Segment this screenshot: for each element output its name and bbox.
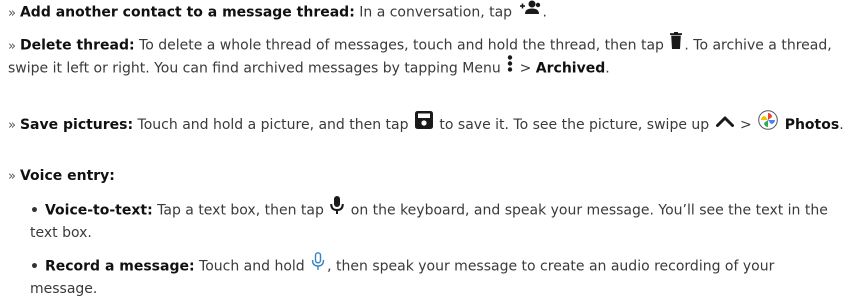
item-text: to save it. To see the picture, swipe up <box>434 117 714 133</box>
photos-label: Photos <box>784 117 840 133</box>
microphone-icon <box>330 196 345 221</box>
item-text: In a conversation, tap <box>354 4 517 21</box>
list-item-voice-entry: » Voice entry: <box>8 166 844 187</box>
bullet-dot: • <box>30 202 39 219</box>
item-text: . <box>542 4 547 21</box>
item-text: > <box>735 117 757 133</box>
item-title: Voice entry: <box>19 168 115 184</box>
list-item-delete-thread: » Delete thread: To delete a whole thread… <box>8 32 844 80</box>
item-text: Tap a text box, then tap <box>152 202 329 219</box>
microphone-outline-icon <box>311 252 325 277</box>
list-item-add-contact: » Add another contact to a message thread… <box>8 0 844 24</box>
item-text: Touch and hold a picture, and then tap <box>133 117 413 133</box>
archived-label: Archived <box>535 60 606 77</box>
list-item-save-pictures: » Save pictures: Touch and hold a picture… <box>8 110 844 138</box>
bullet-chevron: » <box>8 38 16 54</box>
sub-item-title: Voice-to-text: <box>44 202 153 219</box>
sub-item-record-message: • Record a message: Touch and hold , then… <box>30 252 844 299</box>
item-title: Delete thread: <box>19 37 135 54</box>
bullet-dot: • <box>30 258 39 275</box>
sub-item-title: Record a message: <box>44 258 195 275</box>
bullet-chevron: » <box>8 169 16 184</box>
item-text: . <box>605 60 610 77</box>
bullet-chevron: » <box>8 5 16 21</box>
photos-app-icon <box>758 110 779 136</box>
item-text: To delete a whole thread of messages, to… <box>134 37 669 54</box>
item-text: Touch and hold <box>194 258 310 275</box>
chevron-up-icon <box>715 113 734 133</box>
trash-icon <box>670 32 683 55</box>
more-vertical-icon <box>507 55 513 78</box>
save-icon <box>414 111 433 135</box>
item-text: > <box>515 60 536 77</box>
help-page: » Add another contact to a message thread… <box>0 0 851 303</box>
sub-item-voice-to-text: • Voice-to-text: Tap a text box, then tap… <box>30 196 844 243</box>
item-title: Add another contact to a message thread: <box>19 4 355 21</box>
item-title: Save pictures: <box>19 117 134 133</box>
bullet-chevron: » <box>8 118 16 133</box>
item-text: . <box>839 117 844 133</box>
add-contact-icon <box>519 0 541 21</box>
